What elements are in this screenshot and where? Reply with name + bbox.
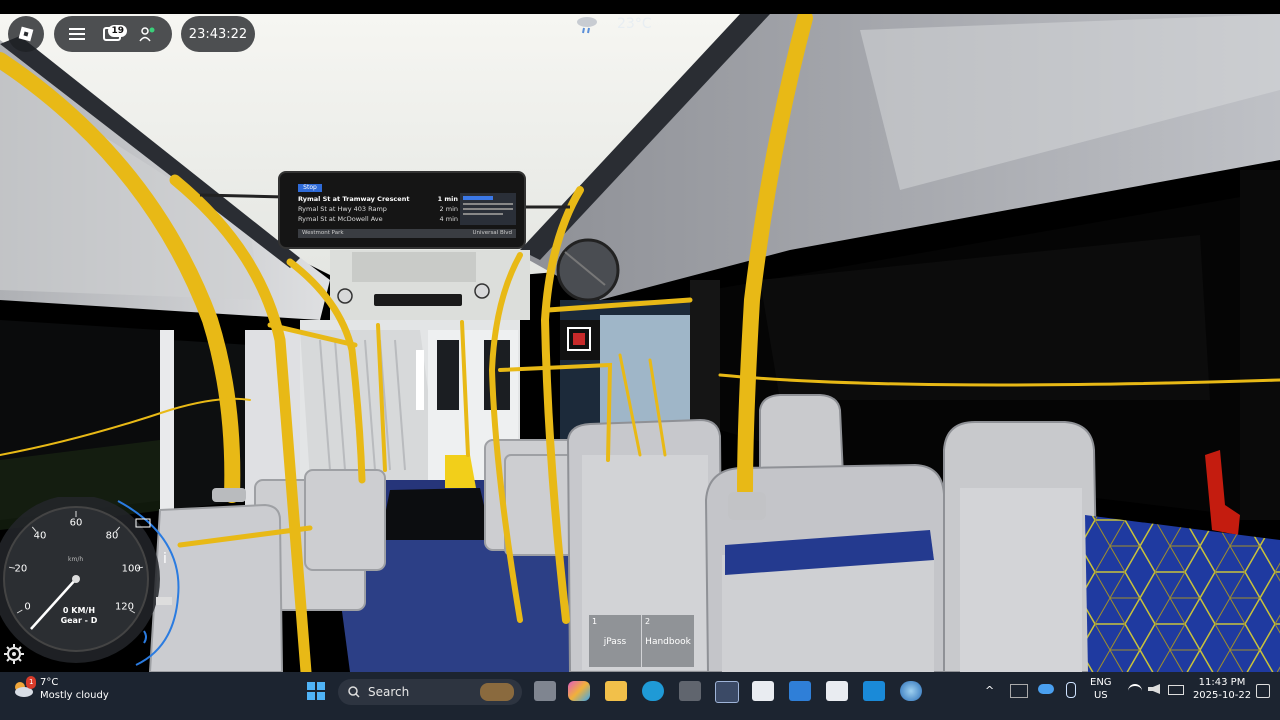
speedometer-tick-label: 0 bbox=[24, 601, 31, 613]
hamburger-menu-icon[interactable] bbox=[69, 28, 85, 40]
speed-unit: km/h bbox=[68, 556, 84, 563]
hotbar-slot-number: 2 bbox=[645, 617, 651, 626]
sign-footer-right: Universal Blvd bbox=[472, 230, 513, 236]
wifi-icon[interactable] bbox=[1128, 684, 1142, 696]
search-highlight-icon bbox=[480, 683, 514, 701]
info-icon: i bbox=[163, 551, 167, 567]
game-weather: 23°C bbox=[575, 14, 652, 34]
copilot-icon[interactable] bbox=[568, 681, 590, 701]
tray-network-off-icon[interactable] bbox=[1010, 684, 1028, 698]
weather-cloud-icon: 1 bbox=[12, 676, 37, 697]
sign-row: Rymal St at Tramway Crescent 1 min bbox=[298, 194, 458, 204]
windows-start-icon[interactable] bbox=[306, 681, 326, 701]
sign-map-panel bbox=[460, 193, 516, 225]
speedometer-tick-label: 80 bbox=[105, 530, 119, 542]
camera-app-icon[interactable] bbox=[679, 681, 701, 701]
sign-row-stop: Rymal St at McDowell Ave bbox=[298, 215, 383, 223]
top-letterbox bbox=[0, 0, 1280, 14]
tray-chevron-icon[interactable]: ^ bbox=[985, 684, 994, 697]
globe-app-icon[interactable] bbox=[900, 681, 922, 701]
weather-alert-badge: 1 bbox=[26, 676, 37, 689]
taskbar-time: 11:43 PM bbox=[1198, 677, 1246, 688]
chat-count-badge: 19 bbox=[108, 25, 127, 37]
task-view-icon[interactable] bbox=[534, 681, 556, 701]
speedometer-tick-label: 100 bbox=[121, 563, 141, 575]
roblox-logo-icon bbox=[18, 26, 34, 42]
sign-row-eta: 1 min bbox=[437, 195, 458, 203]
language-indicator[interactable]: ENG US bbox=[1090, 676, 1112, 702]
game-weather-temp: 23°C bbox=[617, 16, 652, 32]
roblox-toolbar: 19 bbox=[54, 16, 172, 52]
rain-cloud-icon bbox=[575, 14, 599, 34]
settings-gear-icon[interactable] bbox=[3, 643, 25, 665]
taskbar-search-box[interactable]: Search bbox=[338, 679, 522, 705]
taskbar-date: 2025-10-22 bbox=[1192, 690, 1252, 701]
bus-interior-scene bbox=[0, 10, 1280, 678]
search-label: Search bbox=[368, 685, 410, 699]
file-explorer-icon[interactable] bbox=[605, 681, 627, 701]
speedometer: i bbox=[0, 497, 180, 666]
game-clock: 23:43:22 bbox=[181, 16, 255, 52]
sign-row-eta: 2 min bbox=[439, 205, 458, 213]
snipping-tool-icon[interactable] bbox=[752, 681, 774, 701]
speed-readout: 0 KM/H Gear - D bbox=[54, 606, 104, 626]
speedometer-tick-label: 120 bbox=[114, 601, 135, 613]
taskbar-weather-desc: Mostly cloudy bbox=[40, 690, 109, 701]
sign-stop-list: Rymal St at Tramway Crescent 1 min Rymal… bbox=[298, 194, 458, 224]
speedometer-tick-label: 60 bbox=[69, 517, 83, 529]
sign-row-eta: 4 min bbox=[439, 215, 458, 223]
onedrive-icon[interactable] bbox=[1038, 684, 1054, 694]
hotbar-slot-jpass[interactable]: 1 jPass bbox=[589, 615, 641, 667]
sign-footer-left: Westmont Park bbox=[302, 230, 344, 236]
taskbar-weather-temp: 7°C bbox=[40, 677, 59, 688]
sign-footer: Westmont Park Universal Blvd bbox=[298, 229, 516, 238]
sign-row-stop: Rymal St at Tramway Crescent bbox=[298, 195, 410, 203]
notification-bell-icon[interactable] bbox=[1256, 684, 1270, 698]
edge-browser-icon[interactable] bbox=[642, 681, 664, 701]
sign-row: Rymal St at McDowell Ave 4 min bbox=[298, 214, 458, 224]
keyboard-icon bbox=[156, 597, 172, 605]
windows-taskbar bbox=[0, 672, 1280, 720]
roblox-menu-button[interactable] bbox=[8, 16, 44, 52]
speed-value: 0 KM/H bbox=[62, 606, 96, 615]
chat-icon[interactable]: 19 bbox=[103, 25, 127, 41]
microphone-icon[interactable] bbox=[1066, 682, 1076, 698]
game-viewport[interactable]: Stop Rymal St at Tramway Crescent 1 min … bbox=[0, 0, 1280, 720]
sign-row-stop: Rymal St at Hwy 403 Ramp bbox=[298, 205, 387, 213]
taskbar-weather-widget[interactable]: 1 7°C Mostly cloudy bbox=[12, 676, 109, 702]
search-icon bbox=[348, 686, 360, 698]
notepad-icon[interactable] bbox=[826, 681, 848, 701]
app-window-icon[interactable] bbox=[863, 681, 885, 701]
battery-icon[interactable] bbox=[1168, 685, 1184, 695]
taskbar-clock[interactable]: 11:43 PM 2025-10-22 bbox=[1192, 676, 1252, 702]
hotbar-slot-number: 1 bbox=[592, 617, 598, 626]
hotbar-slot-handbook[interactable]: 2 Handbook bbox=[642, 615, 694, 667]
players-icon[interactable] bbox=[139, 26, 157, 42]
gear-indicator: Gear - D bbox=[60, 616, 98, 625]
speedometer-tick-label: 20 bbox=[14, 563, 28, 575]
hotbar-slot-label: Handbook bbox=[645, 637, 691, 647]
sign-header: Stop bbox=[298, 184, 322, 192]
language-line-1: ENG bbox=[1090, 677, 1112, 688]
roblox-app-icon[interactable] bbox=[715, 681, 739, 703]
hotbar-slot-label: jPass bbox=[603, 637, 627, 647]
language-line-2: US bbox=[1093, 690, 1108, 701]
stop-info-display: Stop Rymal St at Tramway Crescent 1 min … bbox=[278, 171, 526, 249]
photos-icon[interactable] bbox=[789, 681, 811, 701]
sign-row: Rymal St at Hwy 403 Ramp 2 min bbox=[298, 204, 458, 214]
speedometer-tick-label: 40 bbox=[33, 530, 47, 542]
